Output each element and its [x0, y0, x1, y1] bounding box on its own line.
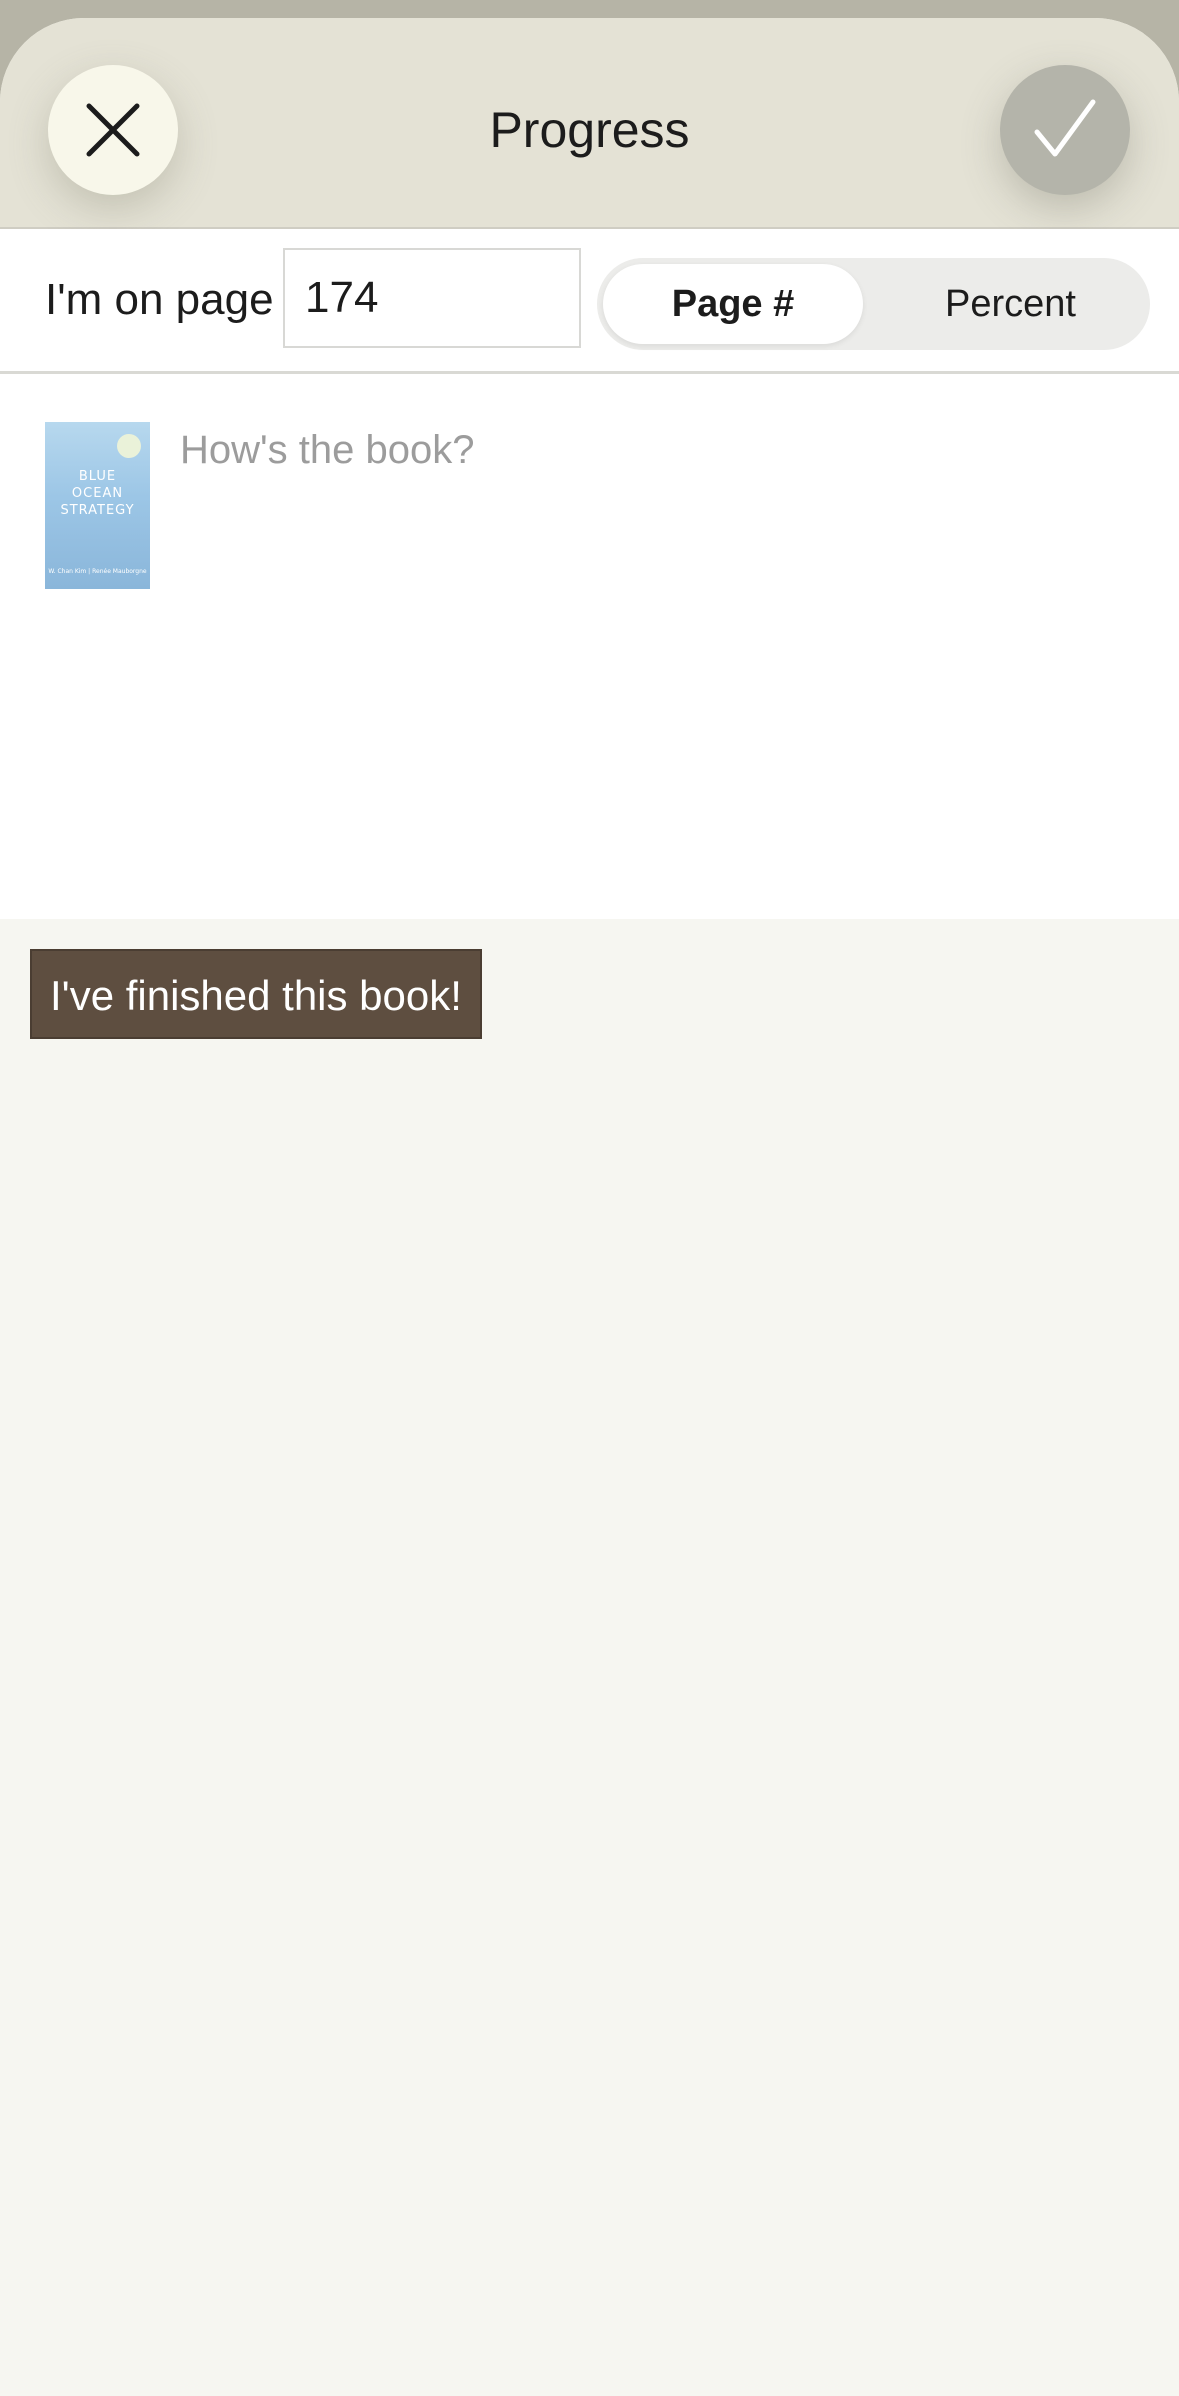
book-cover: BLUE OCEAN STRATEGY W. Chan Kim | Renée …	[45, 422, 150, 589]
cover-title: BLUE OCEAN STRATEGY	[60, 469, 135, 518]
page-label: I'm on page	[45, 275, 274, 324]
page-title: Progress	[489, 102, 690, 158]
percent-mode-button[interactable]: Percent	[877, 264, 1144, 344]
close-button[interactable]	[48, 65, 178, 195]
confirm-button[interactable]	[1000, 65, 1130, 195]
progress-sheet: Progress I'm on page Page # Percent BLUE…	[0, 18, 1179, 2396]
cover-author: W. Chan Kim | Renée Mauborgne	[48, 568, 147, 575]
page-number-input[interactable]	[283, 248, 581, 348]
checkmark-icon	[1034, 99, 1096, 157]
finished-book-button[interactable]: I've finished this book!	[30, 949, 482, 1039]
close-icon	[86, 103, 140, 157]
review-input[interactable]	[180, 428, 1140, 828]
review-area: BLUE OCEAN STRATEGY W. Chan Kim | Renée …	[0, 374, 1179, 919]
header: Progress	[0, 18, 1179, 229]
page-number-mode-button[interactable]: Page #	[603, 264, 863, 344]
progress-mode-toggle: Page # Percent	[597, 258, 1150, 350]
page-progress-row: I'm on page Page # Percent	[0, 229, 1179, 374]
cover-badge	[117, 434, 141, 458]
